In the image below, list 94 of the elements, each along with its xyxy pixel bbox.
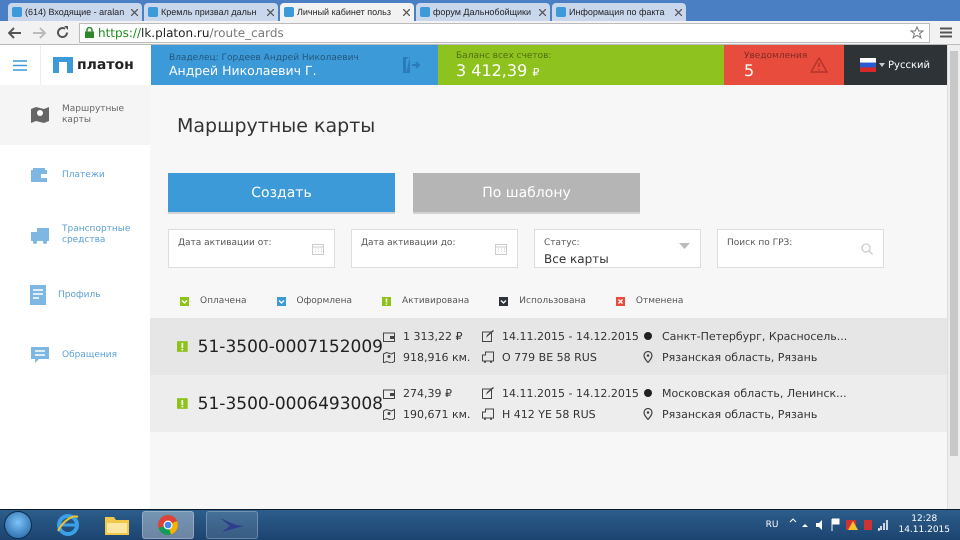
menu-icon[interactable]	[13, 60, 27, 70]
address-bar[interactable]: https://lk.platon.ru/route_cards	[79, 22, 930, 42]
caret-icon	[879, 63, 885, 67]
legend-label: Отменена	[636, 296, 684, 306]
truck-icon	[482, 351, 494, 363]
card-plate: О 779 ВЕ 58 RUS	[502, 350, 597, 364]
bird-icon	[219, 516, 245, 534]
language-selector[interactable]: Русский	[844, 45, 947, 85]
route-start-icon	[642, 330, 654, 342]
legend-label: Оформлена	[296, 296, 352, 306]
wallet-icon	[383, 388, 395, 398]
scrollbar-thumb[interactable]	[950, 51, 958, 456]
card-distance: 918,916 км.	[403, 350, 470, 364]
calendar-icon	[312, 243, 324, 255]
balance-amount: 3 412,39 ₽	[456, 60, 540, 80]
caret-icon	[679, 243, 690, 249]
flag-icon	[860, 58, 876, 72]
date-field[interactable]: Дата активации до:	[351, 229, 518, 268]
card-number: 51-3500-0006493008	[198, 394, 383, 414]
back-icon[interactable]	[8, 26, 22, 38]
language-indicator[interactable]: RU	[766, 520, 778, 530]
route-from: Санкт-Петербург, Красносель...	[662, 330, 848, 342]
page-title: Маршрутные карты	[177, 115, 376, 137]
truck-icon	[482, 408, 494, 420]
location-pin-icon	[642, 408, 654, 420]
logo-icon	[53, 57, 73, 73]
map-icon	[383, 408, 395, 420]
browser-e-icon[interactable]	[56, 513, 80, 537]
close-icon[interactable]	[539, 8, 546, 16]
card-cost: 1 313,22 ₽	[403, 330, 462, 342]
folder-icon[interactable]	[104, 514, 130, 536]
card-plate: Н 412 YE 58 RUS	[502, 408, 596, 420]
map-icon	[30, 106, 50, 124]
card-distance: 190,671 км.	[403, 408, 470, 420]
route-to: Рязанская область, Рязань	[662, 350, 818, 364]
browser-tab[interactable]: (614) Входящие - aralan	[8, 3, 142, 21]
status-dropdown[interactable]: Статус: Все карты	[534, 229, 701, 268]
truck-icon	[30, 226, 50, 244]
notifications-panel[interactable]: Уведомления 5	[724, 45, 844, 85]
start-button[interactable]	[4, 511, 32, 539]
wallet-icon	[383, 330, 395, 342]
bookmark-star-icon[interactable]	[910, 26, 924, 40]
map-icon	[383, 352, 395, 362]
owner-label: Владелец: Гордеев Андрей Николаевич	[169, 52, 359, 62]
document-icon	[30, 285, 46, 305]
notifications-label: Уведомления	[744, 50, 808, 60]
location-pin-icon	[642, 351, 654, 363]
close-icon[interactable]	[131, 8, 138, 16]
edit-icon	[482, 387, 494, 399]
card-cost: 274,39 ₽	[403, 386, 452, 400]
route-card-row[interactable]: 51-3500-0006493008 274,39 ₽ 190,671 км. 14.11.2015 - 14.12.2015 Н 412 YE 58 RUS Московская область, Ленинск... Рязанская область, Рязань	[150, 375, 947, 432]
chat-icon	[30, 346, 50, 364]
close-icon[interactable]	[403, 8, 410, 16]
taskbar-app[interactable]	[206, 511, 258, 539]
wallet-icon	[30, 167, 50, 183]
sidebar-item[interactable]: Маршрутные карты	[0, 85, 150, 145]
favicon-icon	[420, 7, 430, 17]
close-icon[interactable]	[675, 8, 682, 16]
notifications-count: 5	[744, 60, 756, 80]
logo-text: платон	[77, 57, 134, 73]
card-period: 14.11.2015 - 14.12.2015	[502, 386, 639, 400]
lock-icon	[85, 27, 94, 38]
favicon-icon	[12, 7, 22, 17]
favicon-icon	[556, 7, 566, 17]
favicon-icon	[148, 7, 158, 17]
search-field[interactable]: Поиск по ГРЗ:	[717, 229, 884, 268]
route-card-row[interactable]: 51-3500-0007152009 1 313,22 ₽ 918,916 км. 14.11.2015 - 14.12.2015 О 779 ВЕ 58 RUS Санкт-Петербург, Красносель... Рязанская область, Рязань	[150, 318, 947, 375]
card-number: 51-3500-0007152009	[198, 336, 383, 356]
route-to: Рязанская область, Рязань	[662, 408, 818, 420]
card-period: 14.11.2015 - 14.12.2015	[502, 330, 639, 342]
calendar-icon	[495, 243, 507, 255]
clock-time[interactable]: 12:28	[911, 514, 938, 525]
clock-date[interactable]: 14.11.2015	[898, 525, 950, 536]
browser-tab[interactable]: Личный кабинет польз	[280, 3, 414, 21]
chrome-icon	[157, 514, 179, 536]
legend-label: Активирована	[402, 296, 470, 306]
route-from: Московская область, Ленинск...	[662, 386, 847, 400]
legend-label: Использована	[519, 296, 586, 306]
tray-icons-drawing[interactable]	[788, 518, 888, 532]
browser-tab[interactable]: Кремль призвал дальн	[144, 3, 278, 21]
favicon-icon	[284, 7, 294, 17]
legend-label: Оплачена	[200, 296, 246, 306]
menu-icon[interactable]	[940, 27, 952, 38]
browser-tab[interactable]: форум Дальнобойщики	[416, 3, 550, 21]
reload-icon[interactable]	[56, 26, 69, 39]
balance-label: Баланс всех счетов:	[456, 50, 553, 60]
browser-tab[interactable]: Информация по факта	[552, 3, 686, 21]
date-field[interactable]: Дата активации от:	[168, 229, 335, 268]
search-icon	[861, 243, 873, 255]
warning-icon	[810, 57, 828, 73]
close-icon[interactable]	[267, 8, 274, 16]
edit-icon	[482, 330, 494, 342]
owner-name: Андрей Николаевич Г.	[169, 62, 318, 78]
route-start-icon	[642, 387, 654, 399]
